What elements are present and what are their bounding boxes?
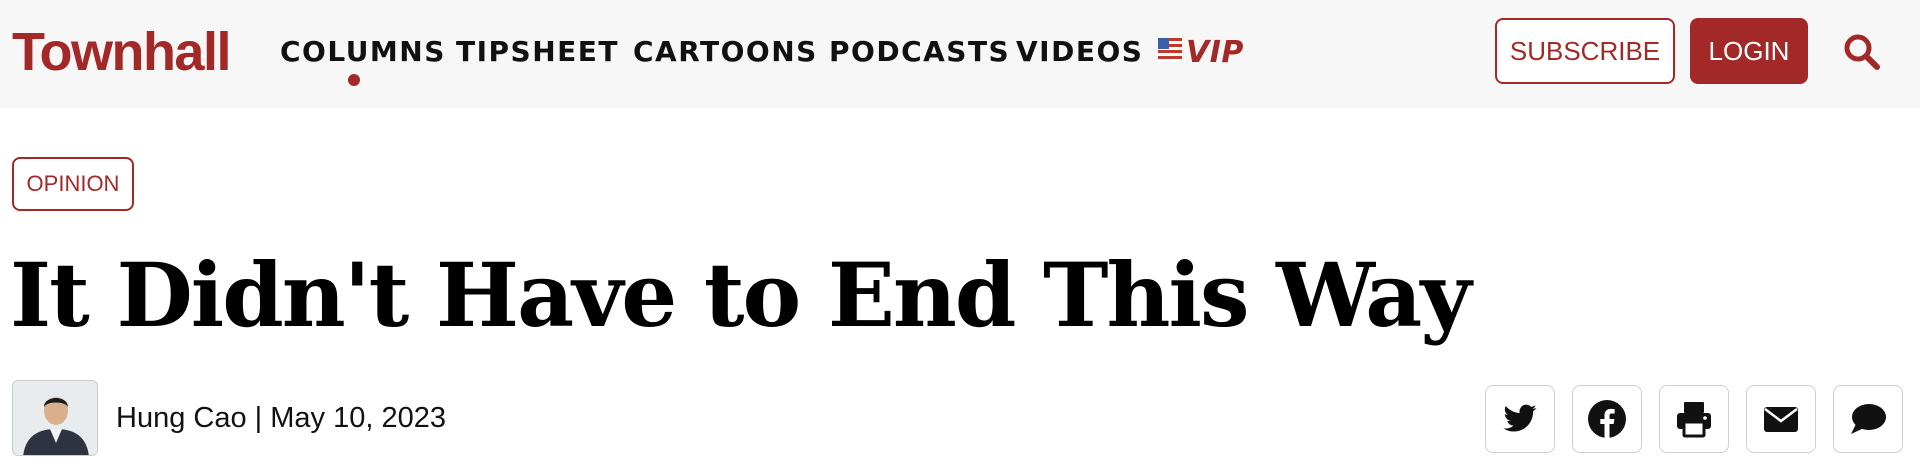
- site-logo[interactable]: Townhall: [12, 22, 231, 82]
- article-byline: Hung Cao | May 10, 2023: [12, 378, 446, 458]
- subscribe-button[interactable]: SUBSCRIBE: [1495, 18, 1675, 84]
- comments-button[interactable]: [1833, 385, 1903, 453]
- byline-author-date: Hung Cao | May 10, 2023: [116, 401, 446, 434]
- comment-icon: [1848, 399, 1888, 439]
- email-icon: [1761, 399, 1801, 439]
- nav-podcasts[interactable]: PODCASTS: [829, 34, 1010, 70]
- author-avatar[interactable]: [12, 380, 98, 456]
- us-flag-icon: [1158, 37, 1182, 67]
- active-nav-indicator: [348, 74, 360, 86]
- top-navbar: Townhall COLUMNS TIPSHEET CARTOONS PODCA…: [0, 0, 1920, 108]
- print-button[interactable]: [1659, 385, 1729, 453]
- nav-vip[interactable]: VIP: [1158, 32, 1244, 72]
- twitter-icon: [1500, 401, 1540, 437]
- share-twitter-button[interactable]: [1485, 385, 1555, 453]
- print-icon: [1674, 399, 1714, 439]
- search-icon: [1840, 34, 1884, 78]
- article-title: It Didn't Have to End This Way: [10, 243, 1471, 347]
- share-email-button[interactable]: [1746, 385, 1816, 453]
- nav-columns[interactable]: COLUMNS: [280, 34, 446, 70]
- nav-tipsheet[interactable]: TIPSHEET: [456, 34, 619, 70]
- nav-videos[interactable]: VIDEOS: [1016, 34, 1143, 70]
- category-badge-opinion[interactable]: OPINION: [12, 157, 134, 211]
- search-button[interactable]: [1840, 30, 1884, 74]
- share-facebook-button[interactable]: [1572, 385, 1642, 453]
- nav-cartoons[interactable]: CARTOONS: [633, 34, 818, 70]
- facebook-icon: [1587, 399, 1627, 439]
- login-button[interactable]: LOGIN: [1690, 18, 1808, 84]
- vip-label: VIP: [1186, 34, 1244, 70]
- share-toolbar: [1485, 385, 1903, 453]
